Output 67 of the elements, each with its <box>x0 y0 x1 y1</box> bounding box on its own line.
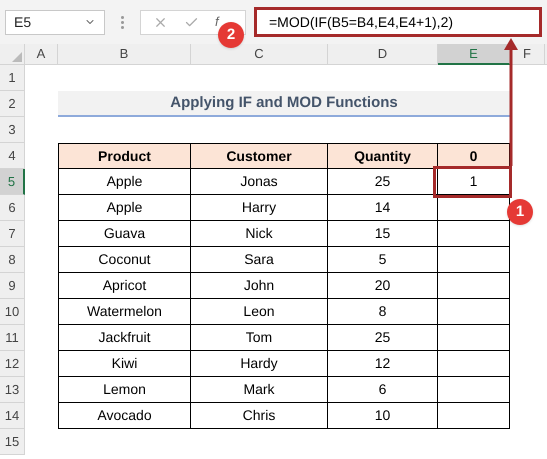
table-cell: Mark <box>191 377 328 403</box>
table-cell <box>438 247 510 273</box>
grip-icon <box>121 16 124 28</box>
column-heading: Product <box>58 143 191 169</box>
row-header[interactable]: 8 <box>0 247 25 273</box>
table-cell: Lemon <box>58 377 191 403</box>
name-box[interactable]: E5 <box>5 10 105 34</box>
table-cell: Hardy <box>191 351 328 377</box>
table-cell: 5 <box>328 247 438 273</box>
table-cell: Sara <box>191 247 328 273</box>
function-button[interactable]: f <box>215 12 219 32</box>
column-header[interactable]: A <box>25 44 58 65</box>
table-cell: 12 <box>328 351 438 377</box>
column-header[interactable]: B <box>58 44 191 65</box>
table-cell: Guava <box>58 221 191 247</box>
table-cell: Jackfruit <box>58 325 191 351</box>
column-header[interactable]: C <box>191 44 328 65</box>
row-header[interactable]: 7 <box>0 221 25 247</box>
row-header[interactable]: 4 <box>0 143 25 169</box>
table-cell <box>438 299 510 325</box>
row-header[interactable]: 13 <box>0 377 25 403</box>
table-cell: 25 <box>328 325 438 351</box>
row-header[interactable]: 14 <box>0 403 25 429</box>
sheet-title: Applying IF and MOD Functions <box>58 91 510 117</box>
row-header[interactable]: 11 <box>0 325 25 351</box>
table-cell: 10 <box>328 403 438 429</box>
column-heading: Quantity <box>328 143 438 169</box>
table-cell: Nick <box>191 221 328 247</box>
table-cell <box>438 221 510 247</box>
table-cell: Tom <box>191 325 328 351</box>
table-cell: John <box>191 273 328 299</box>
row-header[interactable]: 6 <box>0 195 25 221</box>
table-cell <box>438 377 510 403</box>
table-cell: Avocado <box>58 403 191 429</box>
table-cell: Watermelon <box>58 299 191 325</box>
table-cell: Chris <box>191 403 328 429</box>
table-cell: Leon <box>191 299 328 325</box>
formula-bar[interactable]: =MOD(IF(B5=B4,E4,E4+1),2) <box>254 7 542 37</box>
table-cell <box>438 273 510 299</box>
table-cell: Jonas <box>191 169 328 195</box>
row-header[interactable]: 10 <box>0 299 25 325</box>
callout-badge: 1 <box>507 199 533 225</box>
table-cell: 15 <box>328 221 438 247</box>
table-cell: Kiwi <box>58 351 191 377</box>
table-cell <box>438 403 510 429</box>
row-header[interactable]: 15 <box>0 429 25 455</box>
table-cell: Apple <box>58 195 191 221</box>
row-header[interactable]: 3 <box>0 117 25 143</box>
table-cell: Apricot <box>58 273 191 299</box>
table-cell: 14 <box>328 195 438 221</box>
row-header[interactable]: 5 <box>0 169 25 195</box>
column-header[interactable]: D <box>328 44 438 65</box>
table-cell <box>438 325 510 351</box>
table-cell: 6 <box>328 377 438 403</box>
row-header[interactable]: 9 <box>0 273 25 299</box>
column-header[interactable]: E <box>438 44 510 65</box>
table-cell: 8 <box>328 299 438 325</box>
table-cell: 20 <box>328 273 438 299</box>
table-cell: Coconut <box>58 247 191 273</box>
table-cell <box>438 351 510 377</box>
row-header[interactable]: 12 <box>0 351 25 377</box>
row-header[interactable]: 1 <box>0 65 25 91</box>
table-cell: Harry <box>191 195 328 221</box>
table-cell: Apple <box>58 169 191 195</box>
column-heading: Customer <box>191 143 328 169</box>
table-cell: 25 <box>328 169 438 195</box>
row-header[interactable]: 2 <box>0 91 25 117</box>
